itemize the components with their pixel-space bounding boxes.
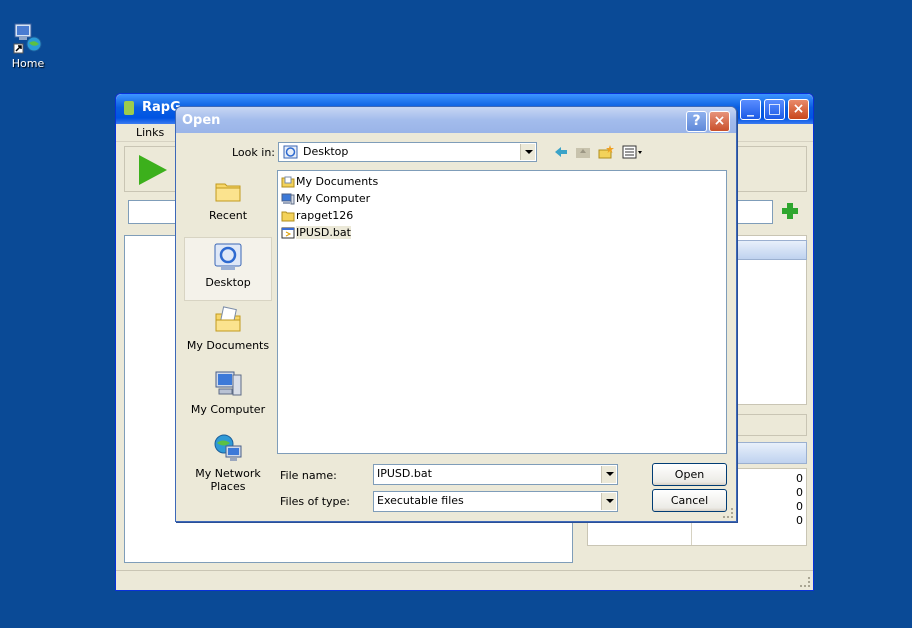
close-icon: ×: [792, 101, 805, 117]
place-recent[interactable]: Recent: [184, 175, 272, 237]
menu-links[interactable]: Links: [136, 126, 164, 139]
file-name-field[interactable]: IPUSD.bat: [373, 464, 618, 485]
place-desktop[interactable]: Desktop: [184, 237, 272, 301]
file-name: rapget126: [296, 209, 354, 222]
view-menu-icon[interactable]: [622, 145, 644, 159]
my-computer-icon: [213, 369, 243, 399]
desktop-icon: [213, 242, 243, 272]
network-places-icon: [213, 433, 243, 463]
files-of-type-value: Executable files: [377, 494, 464, 507]
back-arrow-icon[interactable]: [553, 145, 569, 159]
dialog-close-button[interactable]: ×: [709, 111, 730, 132]
file-name: IPUSD.bat: [296, 226, 351, 239]
list-item[interactable]: My Documents: [281, 174, 378, 190]
start-download-icon[interactable]: [139, 155, 167, 185]
file-name-value: IPUSD.bat: [377, 467, 432, 480]
files-of-type-select[interactable]: Executable files: [373, 491, 618, 512]
folder-icon: [281, 211, 295, 222]
place-label: My Network: [195, 467, 261, 480]
place-label: Places: [210, 480, 246, 493]
place-label: My Computer: [190, 403, 266, 416]
maximize-button[interactable]: □: [764, 99, 785, 120]
my-computer-icon: [281, 193, 295, 205]
add-link-icon[interactable]: [781, 202, 799, 220]
close-button[interactable]: ×: [788, 99, 809, 120]
file-name: My Computer: [296, 192, 371, 205]
chevron-down-icon[interactable]: [601, 466, 616, 483]
app-statusbar: [116, 570, 813, 590]
resize-grip-icon[interactable]: [800, 577, 810, 587]
open-button[interactable]: Open: [652, 463, 727, 486]
desktop-icon-label: Home: [11, 57, 45, 70]
file-list[interactable]: My Documents My Computer rapget126 IPUSD…: [277, 170, 727, 454]
look-in-value: Desktop: [303, 145, 349, 158]
desktop-icon: [283, 145, 298, 159]
dialog-title: Open: [182, 113, 221, 128]
place-my-documents[interactable]: My Documents: [184, 305, 272, 367]
places-bar: Recent Desktop My Documents My Computer …: [184, 171, 272, 497]
list-item[interactable]: rapget126: [281, 208, 353, 224]
files-of-type-label: Files of type:: [280, 495, 351, 508]
place-my-network-places[interactable]: My Network Places: [184, 433, 272, 495]
batch-file-icon: [281, 227, 295, 239]
dialog-titlebar[interactable]: Open: [176, 107, 736, 133]
recent-folder-icon: [213, 175, 243, 205]
app-title-icon: [124, 101, 134, 115]
minimize-icon: _: [747, 101, 754, 117]
look-in-label: Look in:: [232, 146, 275, 159]
list-item[interactable]: My Computer: [281, 191, 370, 207]
chevron-down-icon[interactable]: [601, 493, 616, 510]
my-documents-icon: [213, 305, 243, 335]
minimize-button[interactable]: _: [740, 99, 761, 120]
resize-grip-icon[interactable]: [723, 508, 733, 518]
file-name: My Documents: [296, 175, 379, 188]
place-label: Desktop: [205, 276, 251, 289]
place-label: Recent: [208, 209, 248, 222]
look-in-select[interactable]: Desktop: [278, 142, 537, 162]
maximize-icon: □: [767, 101, 782, 117]
new-folder-icon[interactable]: [598, 145, 614, 159]
my-documents-icon: [281, 176, 295, 188]
home-network-icon: [12, 22, 44, 54]
list-item[interactable]: IPUSD.bat: [281, 225, 351, 241]
place-my-computer[interactable]: My Computer: [184, 369, 272, 431]
file-name-label: File name:: [280, 469, 337, 482]
cancel-button[interactable]: Cancel: [652, 489, 727, 512]
desktop-icon-home[interactable]: Home: [6, 22, 50, 70]
open-dialog[interactable]: Open ? × Look in: Desktop Recent Desktop…: [175, 106, 737, 522]
place-label: My Documents: [186, 339, 270, 352]
chevron-down-icon[interactable]: [520, 144, 535, 160]
help-button[interactable]: ?: [686, 111, 707, 132]
up-folder-icon[interactable]: [575, 145, 591, 159]
